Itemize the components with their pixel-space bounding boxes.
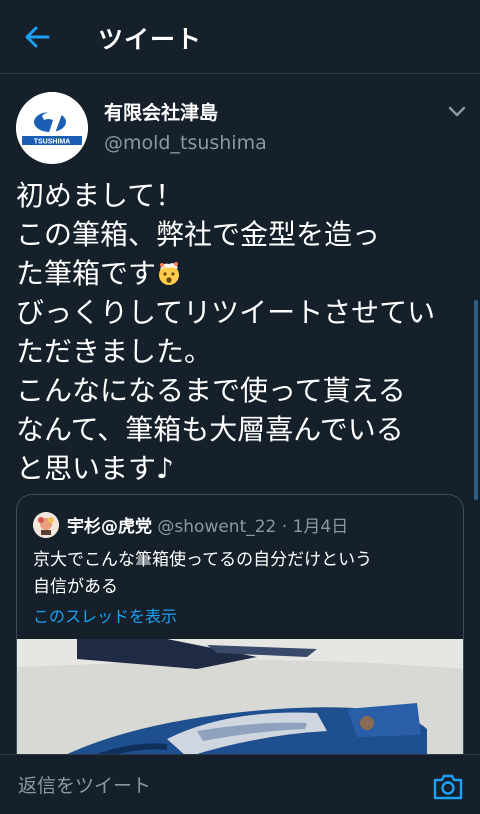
quoted-avatar-image <box>33 512 59 538</box>
reply-input[interactable] <box>16 769 410 803</box>
scrollbar[interactable] <box>474 300 478 500</box>
quoted-separator: · <box>281 517 288 537</box>
quoted-avatar <box>33 512 59 538</box>
camera-button[interactable] <box>432 771 464 801</box>
tweet: TSUSHIMA 有限会社津島 @mold_tsushima 初めまして！ この… <box>0 74 480 774</box>
logo-text: TSUSHIMA <box>34 139 71 146</box>
tweet-text: 初めまして！ この筆箱、弊社で金型を造っ た筆箱です びっくりしてリツイートさせ… <box>16 176 466 488</box>
tweet-text-part1: 初めまして！ この筆箱、弊社で金型を造っ た筆箱です <box>16 179 381 290</box>
back-button[interactable] <box>22 22 52 52</box>
camera-icon <box>433 774 463 800</box>
reply-bar <box>0 754 480 814</box>
top-bar: ツイート <box>0 0 480 74</box>
tweet-text-part2: びっくりしてリツイートさせてい ただきました。 こんなになるまで使って貰える な… <box>16 296 436 485</box>
quoted-header: 宇杉@虎党 @showent_22 · 1月4日 <box>67 512 348 537</box>
display-name[interactable]: 有限会社津島 <box>104 98 218 125</box>
quoted-tweet[interactable]: 宇杉@虎党 @showent_22 · 1月4日 京大でこんな筆箱使ってるの自分… <box>16 494 464 774</box>
exploding-head-icon <box>159 262 180 285</box>
quoted-handle: @showent_22 <box>157 517 277 537</box>
quoted-display-name: 宇杉@虎党 <box>67 517 152 537</box>
quoted-date: 1月4日 <box>292 517 349 537</box>
more-options-button[interactable] <box>444 100 470 122</box>
user-handle[interactable]: @mold_tsushima <box>104 132 267 154</box>
chevron-down-icon <box>448 106 466 117</box>
quoted-text: 京大でこんな筆箱使ってるの自分だけという 自信がある <box>33 550 373 597</box>
tsushima-logo: TSUSHIMA <box>16 92 88 164</box>
show-thread-link[interactable]: このスレッドを表示 <box>33 603 177 627</box>
avatar[interactable]: TSUSHIMA <box>16 92 88 164</box>
page-title: ツイート <box>98 25 203 54</box>
arrow-left-icon <box>25 26 50 48</box>
